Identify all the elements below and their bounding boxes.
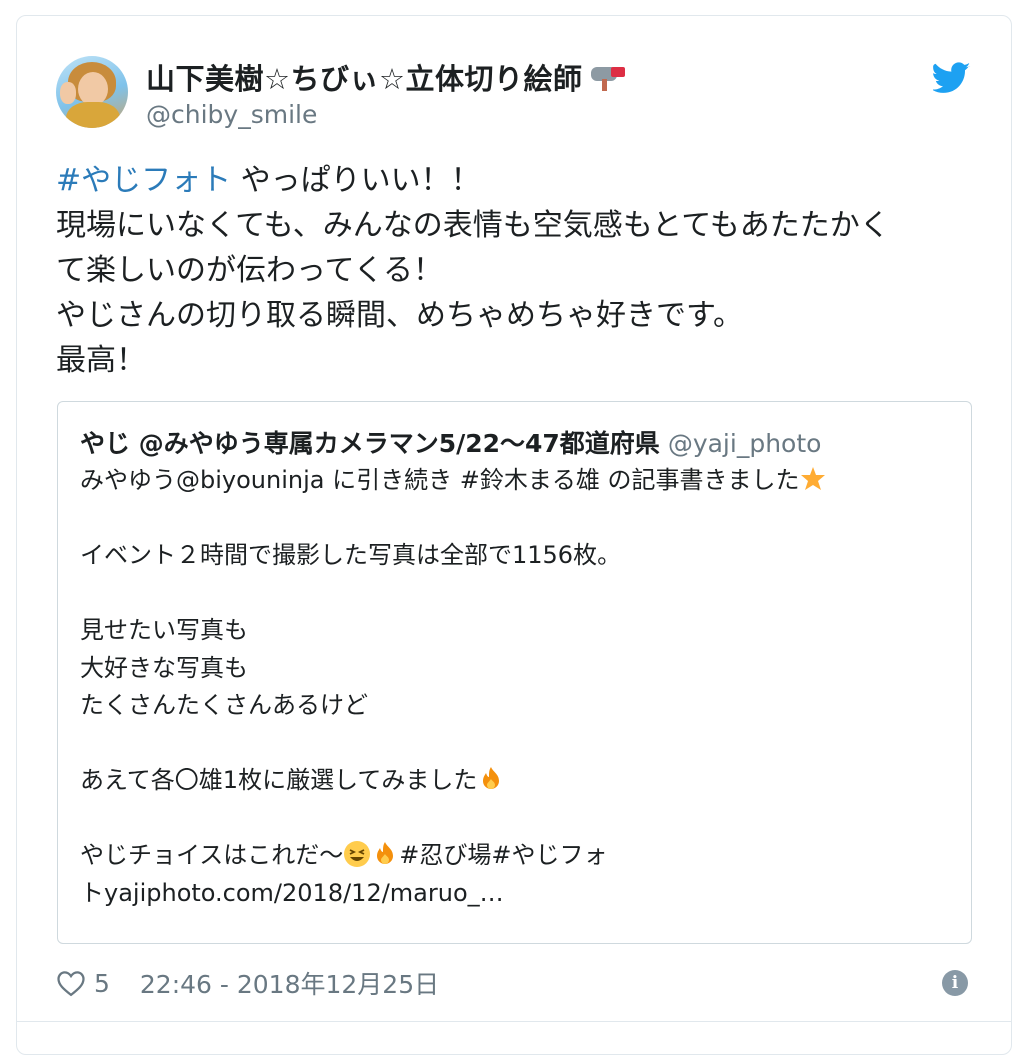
fire-icon xyxy=(483,767,500,789)
quote-line-text: #忍び場#やじフォ xyxy=(399,841,608,869)
quote-line: 大好きな写真も xyxy=(80,653,248,682)
grin-icon xyxy=(344,841,371,867)
quote-line: みやゆう@biyouninja に引き続き #鈴木まる雄 の記事書きました xyxy=(80,462,827,500)
quote-line: イベント２時間で撮影した写真は全部で1156枚。 xyxy=(80,541,622,569)
info-icon[interactable]: i xyxy=(942,970,968,996)
tweet-footer: 5 22:46 - 2018年12月25日 xyxy=(56,963,439,1003)
author-name-row[interactable]: 山下美樹☆ちびぃ☆立体切り絵師 xyxy=(146,58,627,96)
quote-line: トyajiphoto.com/2018/12/maruo_… xyxy=(80,878,504,907)
tweet-line: 現場にいなくても、みんなの表情も空気感もとてもあたたかく xyxy=(56,208,890,243)
tweet-line-text: やっぱりいい！！ xyxy=(231,163,481,198)
quote-blank xyxy=(80,800,827,838)
quoted-author-handle: @yaji_photo xyxy=(667,429,822,458)
quote-blank xyxy=(80,725,827,763)
quote-blank xyxy=(80,500,827,538)
quoted-tweet-body: みやゆう@biyouninja に引き続き #鈴木まる雄 の記事書きました イベ… xyxy=(80,462,827,912)
twitter-bird-icon[interactable] xyxy=(933,62,971,94)
quote-blank xyxy=(80,575,827,613)
like-count[interactable]: 5 xyxy=(94,969,110,998)
author-handle[interactable]: @chiby_smile xyxy=(146,100,317,129)
user-avatar[interactable] xyxy=(56,56,128,128)
quote-line-text: やじチョイスはこれだ〜 xyxy=(80,841,344,869)
quoted-tweet-header: やじ @みやゆう専属カメラマン5/22〜47都道府県 @yaji_photo xyxy=(80,424,821,460)
tweet-line: 最高！ xyxy=(56,343,146,378)
quote-line: やじチョイスはこれだ〜 #忍び場#やじフォ xyxy=(80,837,827,875)
quoted-tweet[interactable]: やじ @みやゆう専属カメラマン5/22〜47都道府県 @yaji_photo みや… xyxy=(57,401,972,944)
tweet-text: #やじフォト やっぱりいい！！ 現場にいなくても、みんなの表情も空気感もとてもあ… xyxy=(56,158,976,383)
quoted-author-name: やじ @みやゆう専属カメラマン5/22〜47都道府県 xyxy=(80,429,660,458)
quote-line-text: あえて各〇雄1枚に厳選してみました xyxy=(80,766,478,794)
divider xyxy=(16,1021,1012,1022)
heart-icon[interactable] xyxy=(56,969,86,997)
quote-line: 見せたい写真も xyxy=(80,616,248,644)
tweet-line: て楽しいのが伝わってくる！ xyxy=(56,253,443,288)
timestamp[interactable]: 22:46 - 2018年12月25日 xyxy=(140,965,439,1001)
quote-line-text: みやゆう@biyouninja に引き続き #鈴木まる雄 の記事書きました xyxy=(80,466,800,494)
hashtag-link[interactable]: #やじフォト xyxy=(56,163,231,198)
author-display-name[interactable]: 山下美樹☆ちびぃ☆立体切り絵師 xyxy=(146,56,583,98)
star-icon xyxy=(801,467,826,490)
tweet-line: #やじフォト やっぱりいい！！ xyxy=(56,158,976,203)
tweet-line: やじさんの切り取る瞬間、めちゃめちゃ好きです。 xyxy=(56,298,743,333)
quote-line: たくさんたくさんあるけど xyxy=(80,691,368,719)
mailbox-icon xyxy=(590,67,625,91)
quote-line: あえて各〇雄1枚に厳選してみました xyxy=(80,762,827,800)
fire-icon xyxy=(377,842,394,864)
